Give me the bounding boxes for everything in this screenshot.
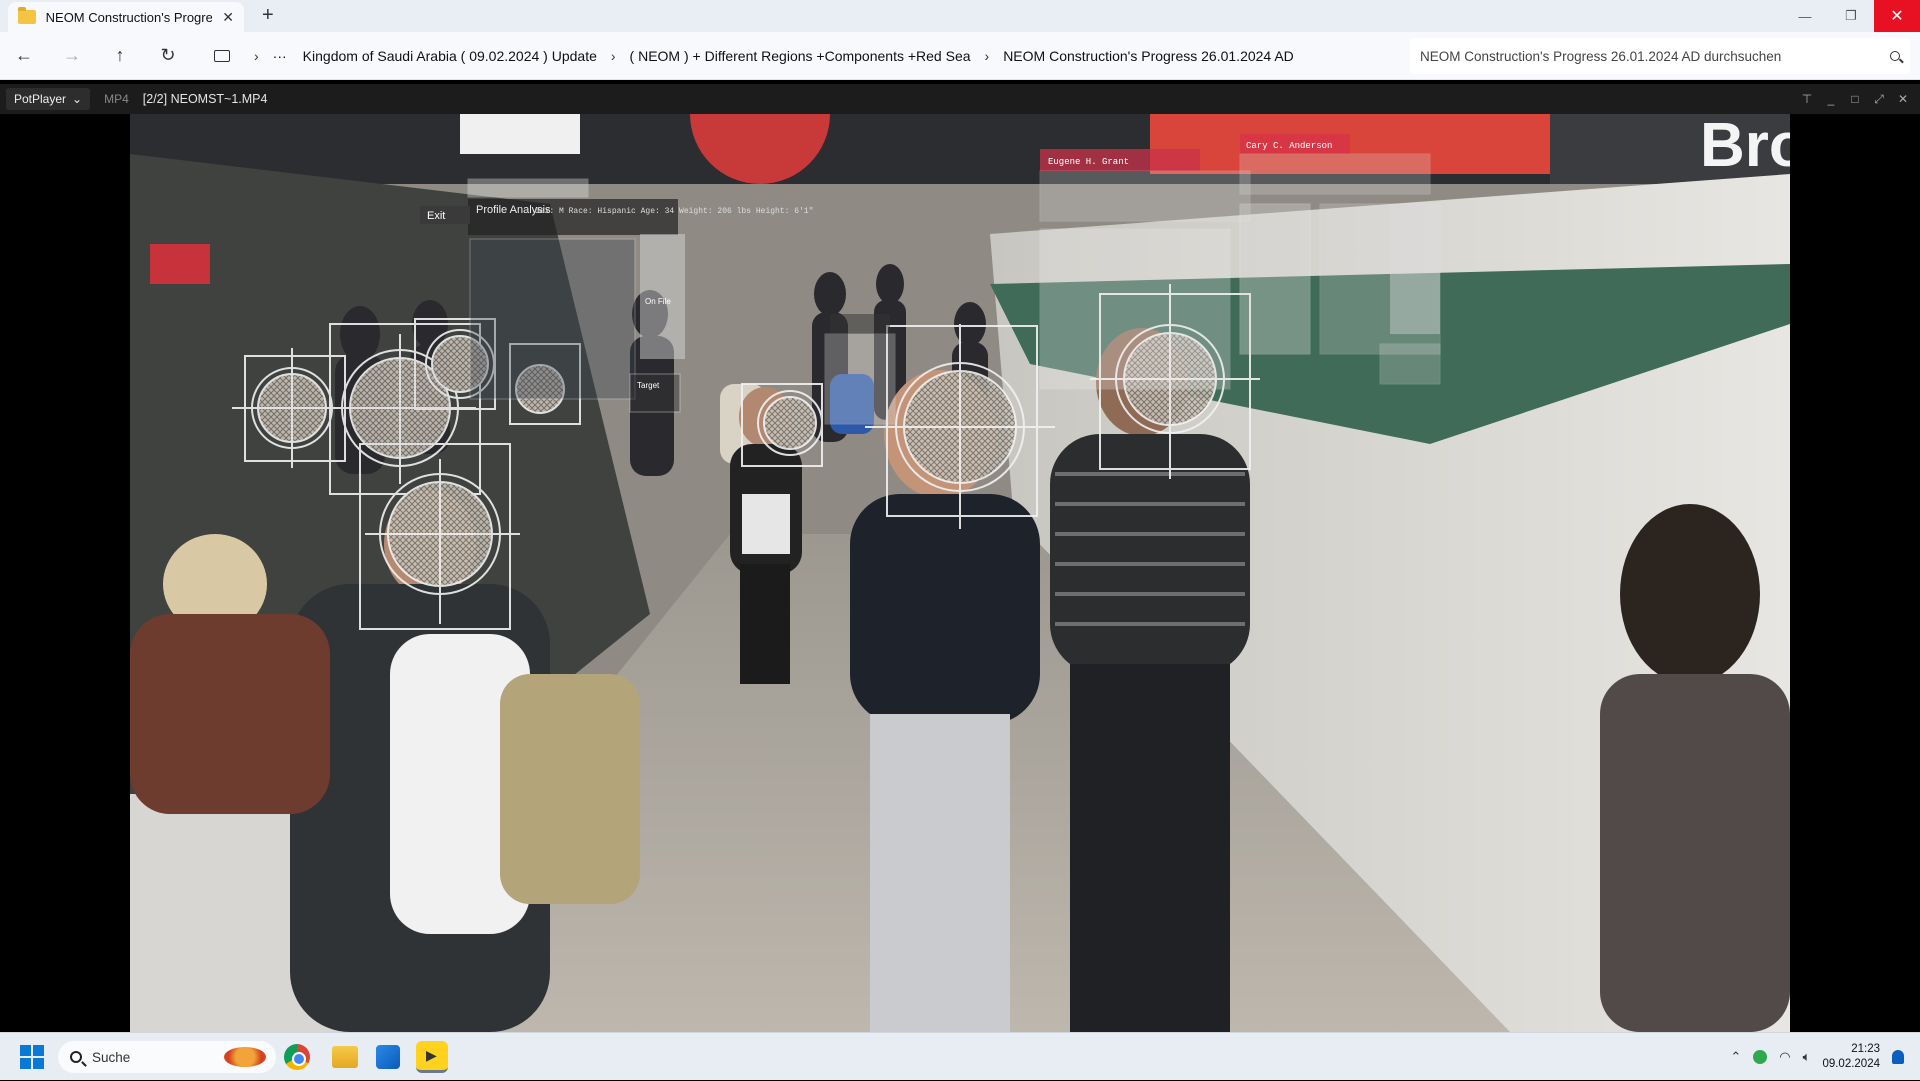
fullscreen-icon[interactable]: ⤢ (1872, 92, 1886, 107)
address-bar: ← → ↑ ↻ › ··· Kingdom of Saudi Arabia ( … (0, 32, 1920, 80)
search-icon (70, 1051, 82, 1063)
file-format: MP4 (104, 92, 129, 106)
clock-time: 21:23 (1851, 1043, 1880, 1055)
close-tab-icon[interactable]: ✕ (222, 9, 234, 26)
up-button[interactable]: ↑ (96, 36, 144, 76)
security-shield-icon[interactable] (1753, 1050, 1768, 1064)
chevron-down-icon: ⌄ (72, 92, 83, 106)
potplayer-app-name: PotPlayer (14, 92, 67, 106)
breadcrumb-item-3[interactable]: NEOM Construction's Progress 26.01.2024 … (1003, 48, 1294, 64)
profile-details: Sex: M Race: Hispanic Age: 34 Weight: 20… (535, 207, 813, 216)
chevron-right-icon[interactable]: › (254, 48, 259, 64)
breadcrumb-overflow[interactable]: ··· (273, 48, 287, 64)
folder-icon (18, 7, 36, 24)
forward-button[interactable]: → (48, 36, 96, 76)
new-tab-button[interactable]: + (262, 4, 274, 27)
search-highlight-pizza-icon[interactable] (224, 1047, 266, 1067)
on-file-label: On File (645, 297, 671, 306)
chevron-right-icon[interactable]: › (985, 48, 990, 64)
volume-icon[interactable]: 🔈︎ (1803, 1049, 1811, 1065)
target-label: Target (637, 381, 660, 390)
window-controls: — ❐ ✕ (1782, 0, 1920, 32)
notification-bell-icon[interactable] (1892, 1050, 1904, 1064)
refresh-button[interactable]: ↻ (144, 36, 192, 76)
video-scene: Bro Bro (130, 114, 1790, 1032)
clock[interactable]: 21:23 09.02.2024 (1822, 1042, 1880, 1072)
microsoft-store-icon[interactable] (376, 1045, 400, 1069)
explorer-tab-bar: NEOM Construction's Progress 26.01.2024 … (0, 0, 1920, 32)
name-tag-2: Cary C. Anderson (1246, 141, 1332, 151)
clock-date: 09.02.2024 (1822, 1058, 1880, 1070)
file-name: [2/2] NEOMST~1.MP4 (142, 92, 268, 106)
exit-sign: Exit (427, 210, 445, 222)
windows-start-icon[interactable] (20, 1045, 44, 1069)
potplayer-window: PotPlayer ⌄ MP4 [2/2] NEOMST~1.MP4 ⊤ _ □… (0, 84, 1920, 1032)
potplayer-title-bar: PotPlayer ⌄ MP4 [2/2] NEOMST~1.MP4 ⊤ _ □… (0, 84, 1920, 114)
explorer-tab[interactable]: NEOM Construction's Progress 26.01.2024 … (8, 2, 244, 32)
minimize-button[interactable]: — (1782, 0, 1828, 32)
video-frame[interactable]: Bro Bro (130, 114, 1790, 1032)
name-tag-1: Eugene H. Grant (1048, 157, 1129, 167)
close-icon[interactable]: ✕ (1896, 92, 1910, 106)
potplayer-controls: ⊤ _ □ ⤢ ✕ (1800, 84, 1910, 114)
breadcrumb: › ··· Kingdom of Saudi Arabia ( 09.02.20… (208, 40, 1398, 72)
taskbar-search-label: Suche (92, 1049, 131, 1065)
this-pc-icon[interactable] (214, 50, 230, 62)
tab-title: NEOM Construction's Progress 26.01.2024 … (45, 9, 213, 25)
breadcrumb-item-1[interactable]: Kingdom of Saudi Arabia ( 09.02.2024 ) U… (303, 48, 597, 64)
search-icon (1890, 51, 1900, 61)
folder-search-input[interactable]: NEOM Construction's Progress 26.01.2024 … (1410, 38, 1910, 74)
taskbar: Suche ⌃ ◠ 🔈︎ 21:23 09.02.2024 (0, 1032, 1920, 1080)
search-placeholder: NEOM Construction's Progress 26.01.2024 … (1420, 48, 1782, 64)
breadcrumb-item-2[interactable]: ( NEOM ) + Different Regions +Components… (630, 48, 971, 64)
restore-button[interactable]: ❐ (1828, 0, 1874, 32)
ceiling-sign (460, 114, 580, 154)
potplayer-menu-button[interactable]: PotPlayer ⌄ (6, 88, 91, 110)
file-explorer-icon[interactable] (332, 1046, 358, 1068)
wifi-icon[interactable]: ◠ (1779, 1049, 1790, 1065)
system-tray: ⌃ ◠ 🔈︎ 21:23 09.02.2024 (1730, 1033, 1920, 1081)
red-sign (150, 244, 210, 284)
banner-text-front: Bro (1700, 114, 1790, 180)
chevron-right-icon[interactable]: › (611, 48, 616, 64)
minimize-icon[interactable]: _ (1824, 92, 1838, 106)
potplayer-icon[interactable] (416, 1041, 448, 1073)
chevron-up-icon[interactable]: ⌃ (1730, 1049, 1741, 1065)
chrome-icon[interactable] (284, 1044, 310, 1070)
maximize-icon[interactable]: □ (1848, 92, 1862, 106)
back-button[interactable]: ← (0, 36, 48, 76)
pin-icon[interactable]: ⊤ (1800, 92, 1814, 106)
close-window-button[interactable]: ✕ (1874, 0, 1920, 32)
